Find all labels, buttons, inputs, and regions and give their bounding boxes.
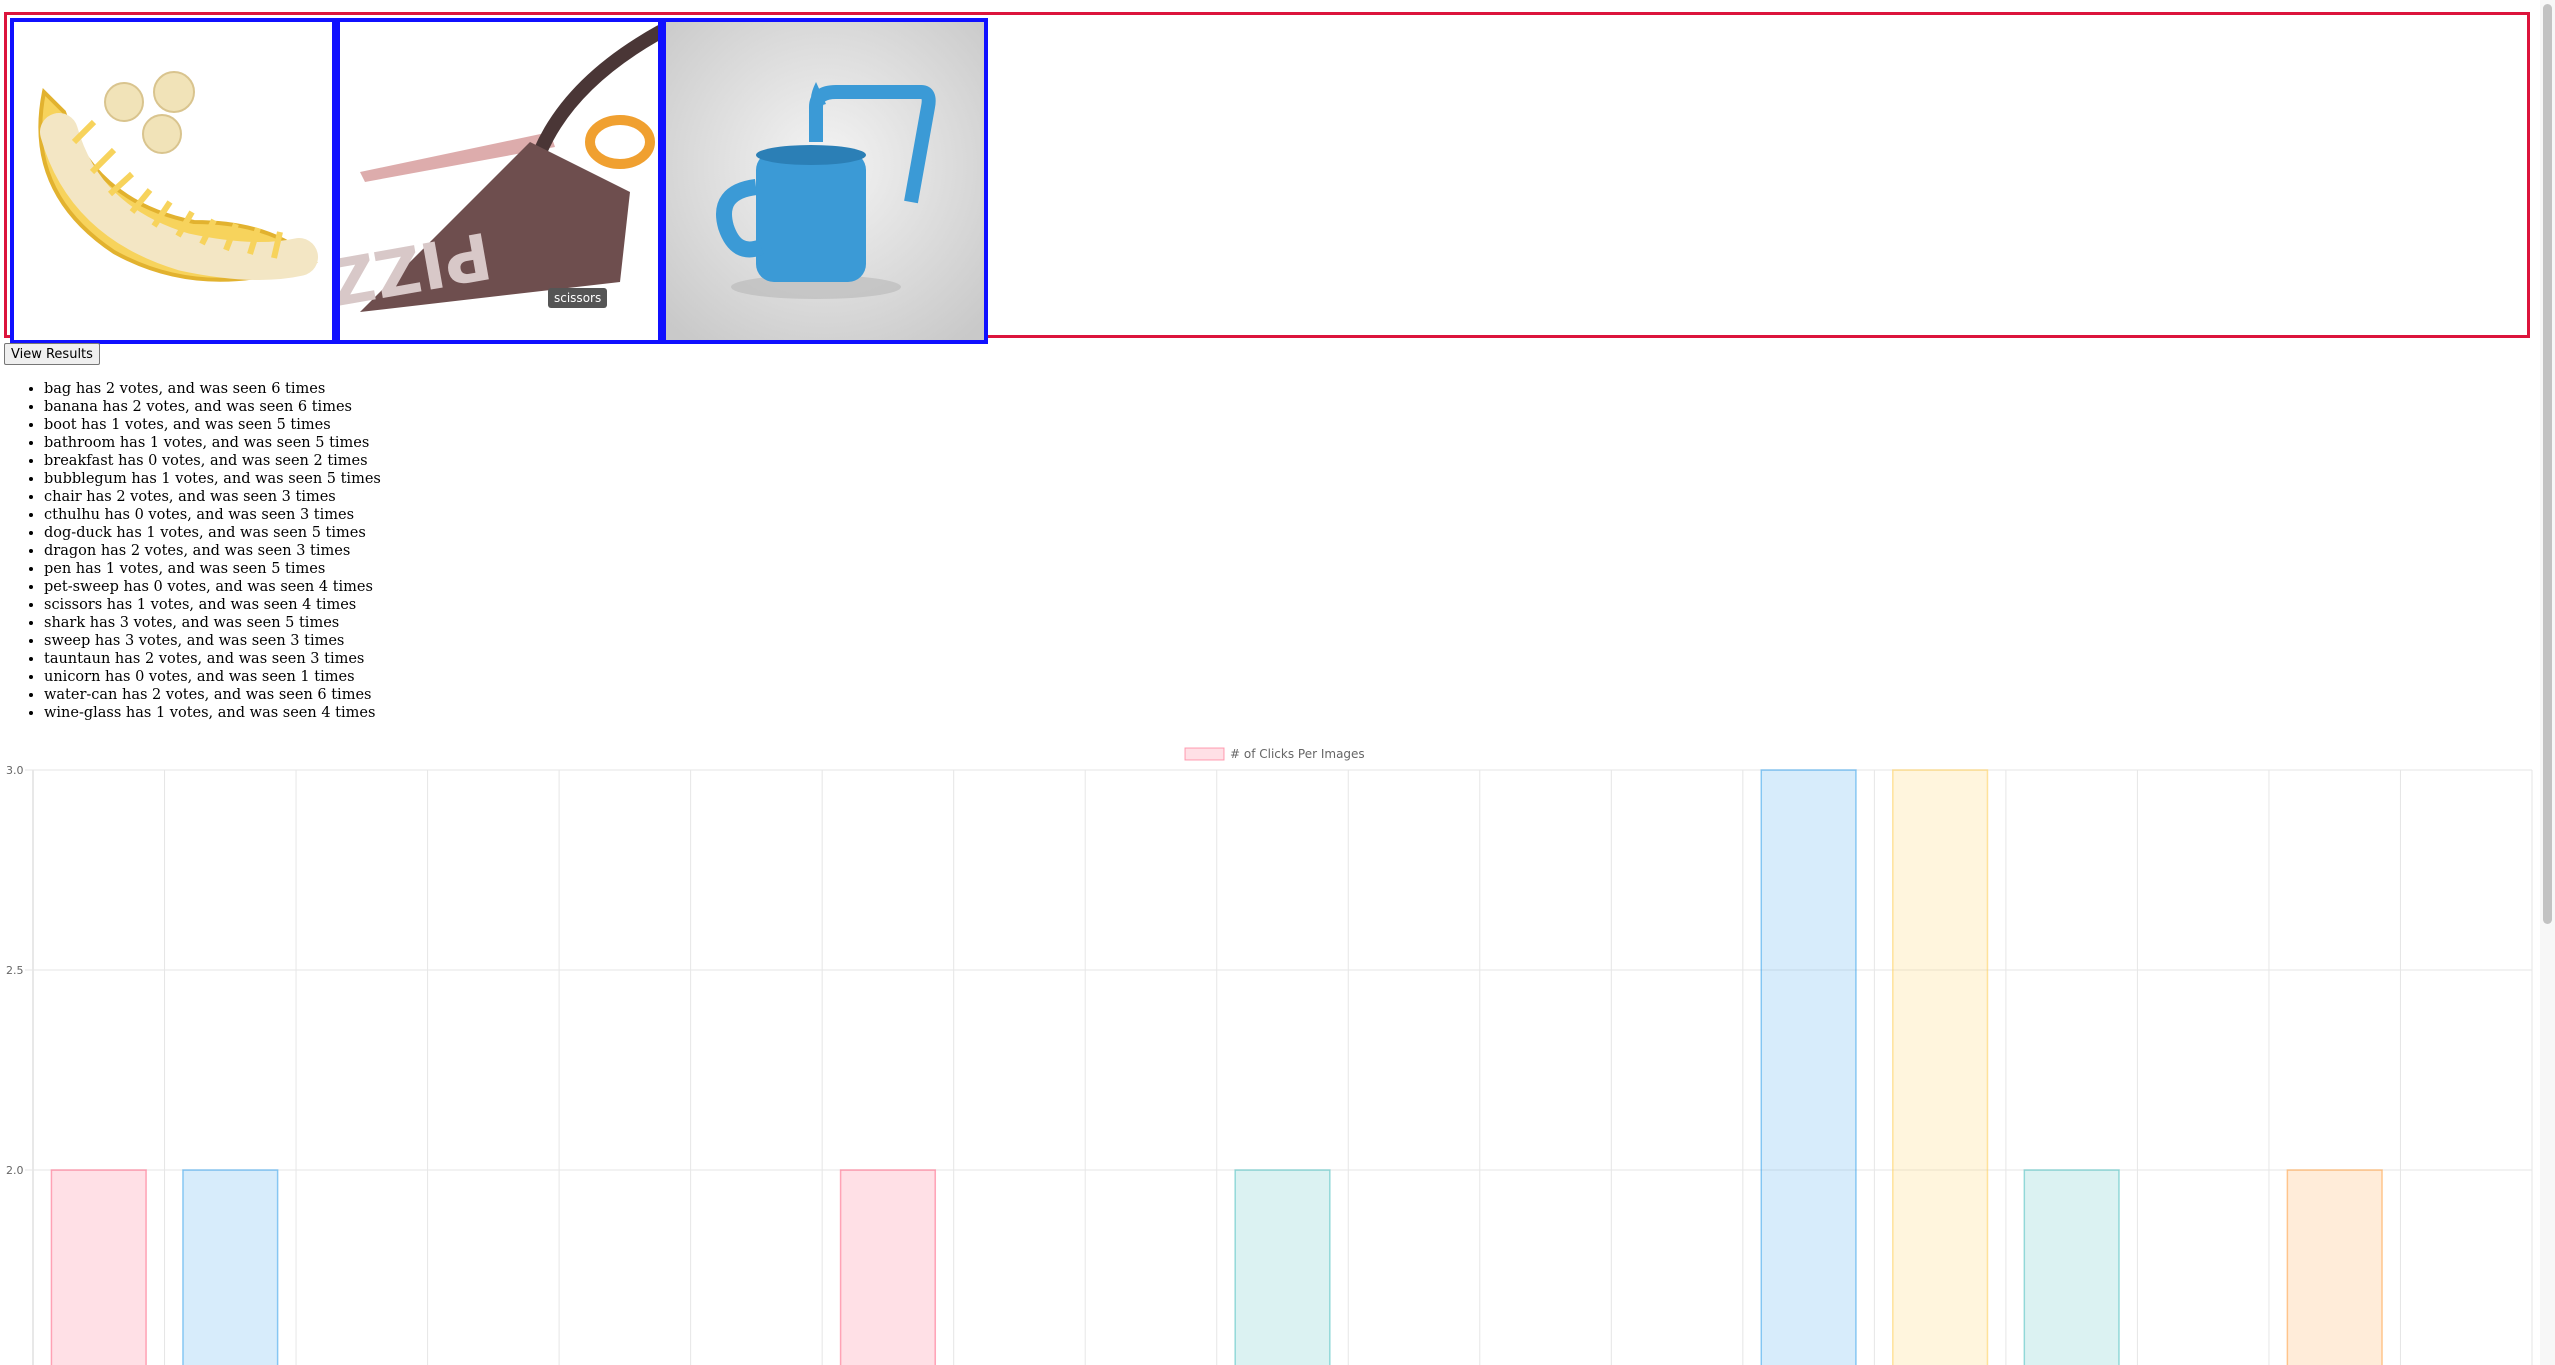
results-list: bag has 2 votes, and was seen 6 timesban… [0,380,381,722]
result-item: scissors has 1 votes, and was seen 4 tim… [44,596,381,614]
image-container: PIZZA scissors [4,12,2530,344]
result-item: shark has 3 votes, and was seen 5 times [44,614,381,632]
banana-slicer-icon [14,22,332,340]
view-results-button[interactable]: View Results [4,343,100,365]
y-axis-ticks: 3.0 2.5 2.0 [6,764,24,1177]
result-item: bag has 2 votes, and was seen 6 times [44,380,381,398]
result-item: dog-duck has 1 votes, and was seen 5 tim… [44,524,381,542]
bar-banana[interactable] [182,1169,279,1365]
result-item: chair has 2 votes, and was seen 3 times [44,488,381,506]
bar-sweep[interactable] [1892,769,1989,1365]
bar-dragon[interactable] [1234,1169,1331,1365]
pizza-scissors-icon: PIZZA [340,22,658,340]
bar-chair[interactable] [839,1169,937,1365]
result-item: breakfast has 0 votes, and was seen 2 ti… [44,452,381,470]
product-image-banana[interactable] [10,18,336,344]
y-tick-label: 2.5 [6,964,24,977]
clicks-bar-chart: 3.0 2.5 2.0 # of Clicks Per Images [6,747,2533,1365]
bar-shark[interactable] [1760,769,1857,1365]
result-item: pen has 1 votes, and was seen 5 times [44,560,381,578]
result-item: dragon has 2 votes, and was seen 3 times [44,542,381,560]
result-item: wine-glass has 1 votes, and was seen 4 t… [44,704,381,722]
result-item: water-can has 2 votes, and was seen 6 ti… [44,686,381,704]
result-item: unicorn has 0 votes, and was seen 1 time… [44,668,381,686]
legend-swatch [1184,747,1225,761]
image-tooltip: scissors [548,288,608,308]
bar-bag[interactable] [50,1169,147,1365]
result-item: banana has 2 votes, and was seen 6 times [44,398,381,416]
scrollbar-track[interactable] [2540,0,2555,1365]
water-can-icon [666,22,984,340]
scrollbar-thumb[interactable] [2543,4,2552,924]
legend-label: # of Clicks Per Images [1230,747,1365,761]
result-item: tauntaun has 2 votes, and was seen 3 tim… [44,650,381,668]
y-tick-label: 3.0 [6,764,24,777]
result-item: sweep has 3 votes, and was seen 3 times [44,632,381,650]
bar-water-can[interactable] [2286,1169,2383,1365]
result-item: bathroom has 1 votes, and was seen 5 tim… [44,434,381,452]
product-image-water-can[interactable] [662,18,988,344]
y-tick-label: 2.0 [6,1164,24,1177]
result-item: bubblegum has 1 votes, and was seen 5 ti… [44,470,381,488]
result-item: pet-sweep has 0 votes, and was seen 4 ti… [44,578,381,596]
chart-legend: # of Clicks Per Images [1184,747,1365,761]
result-item: boot has 1 votes, and was seen 5 times [44,416,381,434]
product-image-scissors[interactable]: PIZZA scissors [336,18,662,344]
bar-tauntaun[interactable] [2023,1169,2120,1365]
result-item: cthulhu has 0 votes, and was seen 3 time… [44,506,381,524]
